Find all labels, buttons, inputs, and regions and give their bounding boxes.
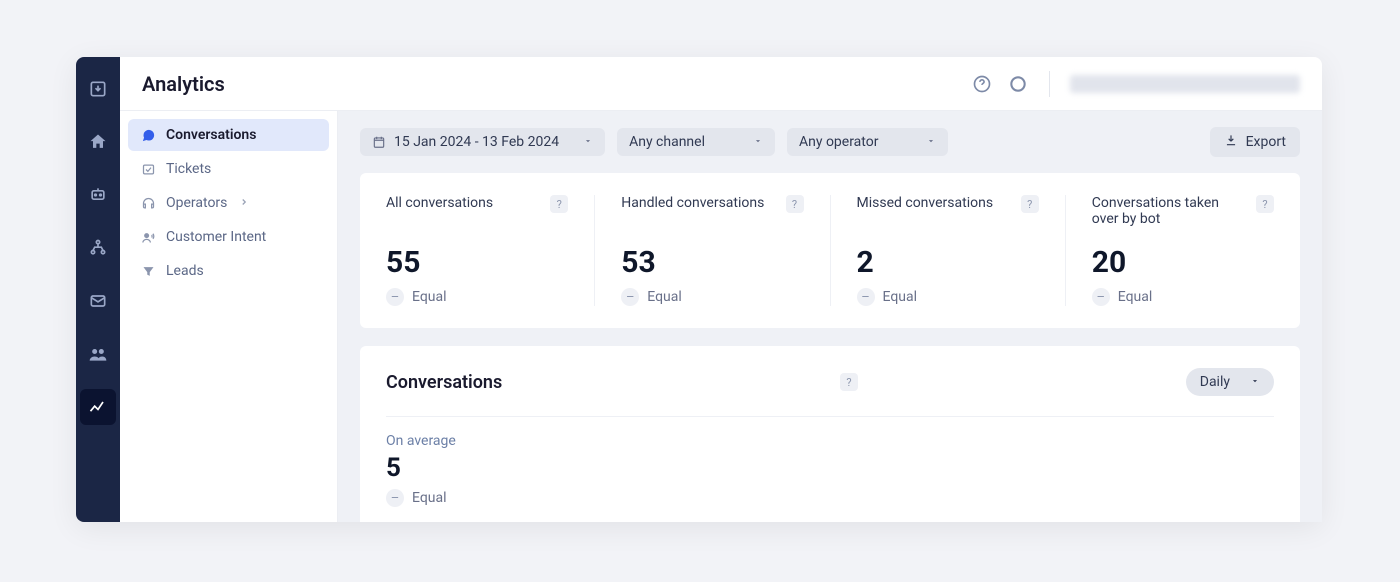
sidenav-label: Customer Intent [166, 229, 266, 245]
date-range-label: 15 Jan 2024 - 13 Feb 2024 [394, 134, 559, 150]
average-label: On average [386, 433, 1274, 449]
stat-bot-conversations: Conversations taken over by bot ? 20 – E… [1066, 195, 1300, 306]
refresh-icon[interactable] [1007, 73, 1029, 95]
rail-home-icon[interactable] [80, 124, 116, 160]
stat-trend: Equal [1118, 289, 1153, 305]
caret-down-icon [753, 134, 763, 150]
stat-label: All conversations [386, 195, 493, 211]
equal-icon: – [857, 288, 875, 306]
app-window: Analytics Conversations [76, 57, 1322, 522]
conversations-card: Conversations ? Daily On average 5 – [360, 346, 1300, 522]
channel-label: Any channel [629, 134, 705, 150]
equal-icon: – [386, 489, 404, 507]
operator-filter[interactable]: Any operator [787, 128, 949, 156]
rail-bot-icon[interactable] [80, 177, 116, 213]
body: Conversations Tickets Operators [120, 111, 1322, 522]
stat-value: 55 [386, 245, 568, 280]
stat-value: 20 [1092, 245, 1274, 280]
help-icon[interactable]: ? [786, 195, 804, 213]
stat-all-conversations: All conversations ? 55 – Equal [360, 195, 595, 306]
nav-rail [76, 57, 120, 522]
sidenav-label: Leads [166, 263, 204, 279]
equal-icon: – [386, 288, 404, 306]
rail-org-icon[interactable] [80, 230, 116, 266]
content-area: 15 Jan 2024 - 13 Feb 2024 Any channel An… [338, 111, 1322, 522]
operator-label: Any operator [799, 134, 879, 150]
average-value: 5 [386, 453, 1274, 483]
sidenav-item-leads[interactable]: Leads [128, 255, 329, 287]
stat-trend: Equal [412, 289, 447, 305]
interval-label: Daily [1200, 374, 1230, 390]
voice-icon [140, 229, 156, 245]
sidenav-item-conversations[interactable]: Conversations [128, 119, 329, 151]
export-label: Export [1246, 134, 1286, 150]
help-icon[interactable]: ? [550, 195, 568, 213]
interval-selector[interactable]: Daily [1186, 368, 1274, 396]
stat-value: 53 [621, 245, 803, 280]
sidenav-item-operators[interactable]: Operators [128, 187, 329, 219]
sidenav-label: Tickets [166, 161, 211, 177]
caret-down-icon [583, 134, 593, 150]
topbar-divider [1049, 71, 1050, 97]
sidenav-label: Conversations [166, 127, 256, 143]
sidenav-label: Operators [166, 195, 227, 211]
help-icon[interactable]: ? [1256, 195, 1274, 213]
rail-users-icon[interactable] [80, 336, 116, 372]
ticket-icon [140, 161, 156, 177]
caret-down-icon [1250, 374, 1260, 390]
top-bar: Analytics [120, 57, 1322, 111]
help-icon[interactable]: ? [1021, 195, 1039, 213]
export-button[interactable]: Export [1210, 127, 1300, 157]
stat-label: Conversations taken over by bot [1092, 195, 1248, 227]
stat-value: 2 [857, 245, 1039, 280]
stat-label: Handled conversations [621, 195, 764, 211]
stat-label: Missed conversations [857, 195, 994, 211]
download-icon [1224, 133, 1238, 151]
rail-mail-icon[interactable] [80, 283, 116, 319]
headset-icon [140, 195, 156, 211]
main-column: Analytics Conversations [120, 57, 1322, 522]
date-range-picker[interactable]: 15 Jan 2024 - 13 Feb 2024 [360, 128, 605, 156]
stat-trend: Equal [883, 289, 918, 305]
channel-filter[interactable]: Any channel [617, 128, 775, 156]
stat-missed-conversations: Missed conversations ? 2 – Equal [831, 195, 1066, 306]
average-trend: Equal [412, 490, 447, 506]
help-icon[interactable] [971, 73, 993, 95]
chat-icon [140, 127, 156, 143]
sidenav-item-customer-intent[interactable]: Customer Intent [128, 221, 329, 253]
chevron-right-icon [239, 195, 249, 211]
topbar-actions [971, 71, 1300, 97]
stat-handled-conversations: Handled conversations ? 53 – Equal [595, 195, 830, 306]
filter-bar: 15 Jan 2024 - 13 Feb 2024 Any channel An… [360, 127, 1300, 157]
stat-trend: Equal [647, 289, 682, 305]
sidenav-item-tickets[interactable]: Tickets [128, 153, 329, 185]
equal-icon: – [1092, 288, 1110, 306]
caret-down-icon [926, 134, 936, 150]
conversations-title: Conversations [386, 372, 502, 393]
funnel-icon [140, 263, 156, 279]
side-nav: Conversations Tickets Operators [120, 111, 338, 522]
rail-analytics-icon[interactable] [80, 389, 116, 425]
stats-card: All conversations ? 55 – Equal Handled c… [360, 173, 1300, 328]
account-info-blurred [1070, 75, 1300, 93]
calendar-icon [372, 135, 386, 149]
equal-icon: – [621, 288, 639, 306]
page-title: Analytics [142, 72, 225, 96]
help-icon[interactable]: ? [840, 373, 858, 391]
rail-inbox-icon[interactable] [80, 71, 116, 107]
